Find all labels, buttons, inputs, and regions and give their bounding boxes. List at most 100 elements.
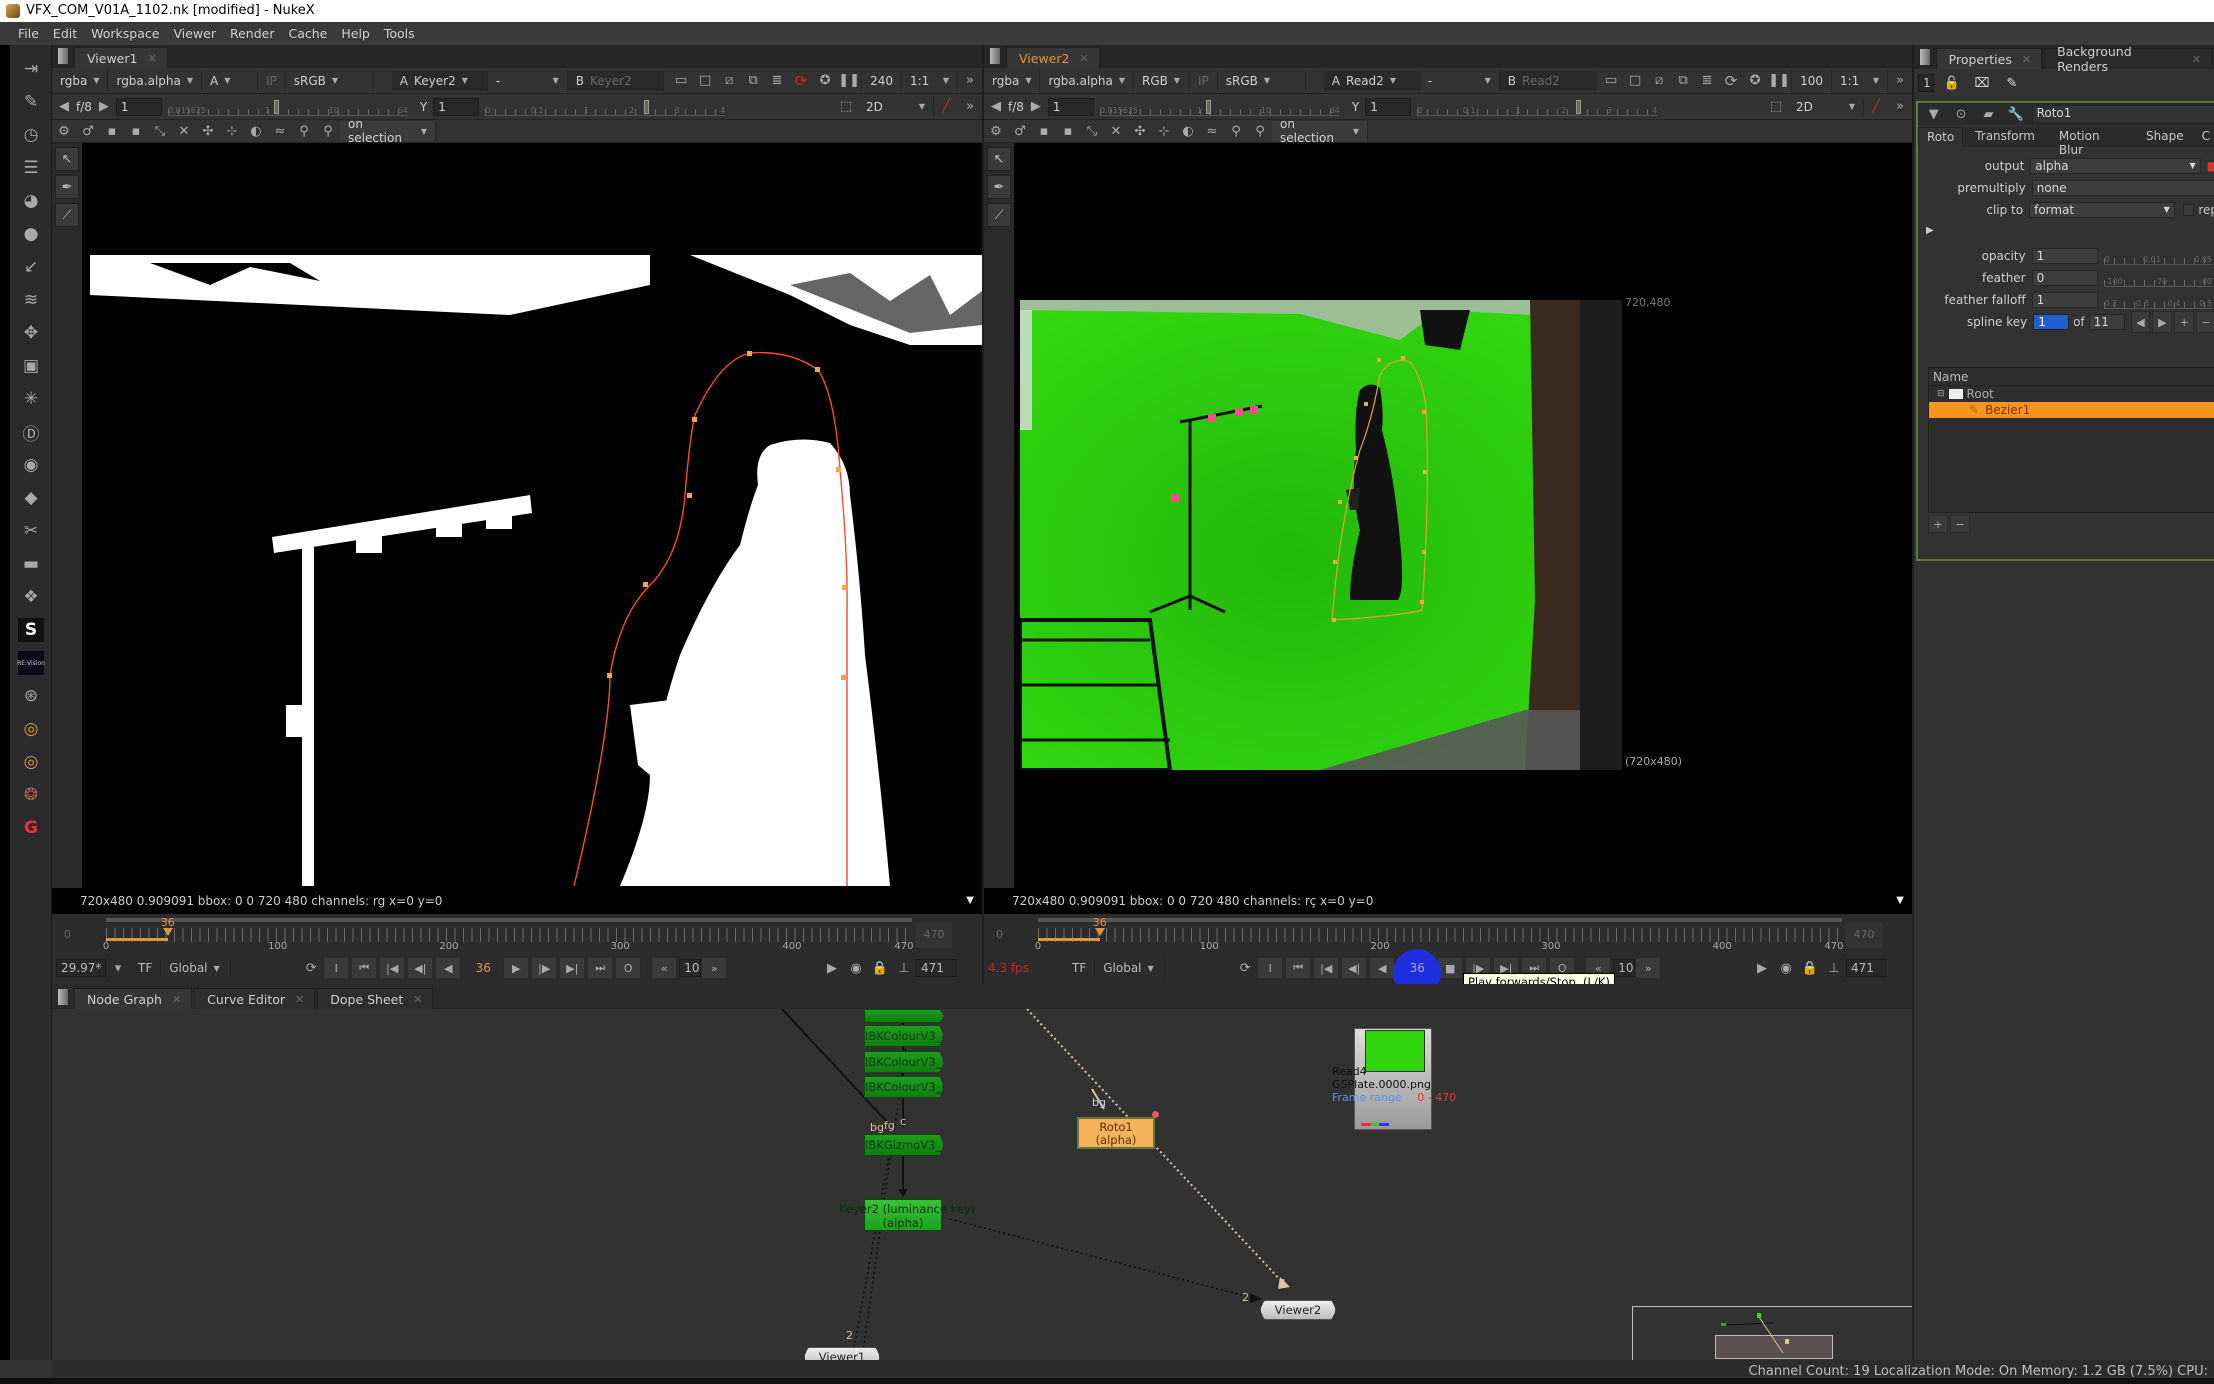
feather-input[interactable]: 0: [2031, 270, 2099, 286]
proxy-icon[interactable]: ✪: [815, 72, 835, 90]
play-backward-button[interactable]: ◀: [1369, 957, 1396, 979]
menu-render[interactable]: Render: [230, 26, 275, 41]
tree-row-root[interactable]: ⊟ Root: [1929, 386, 2214, 402]
furnace-icon[interactable]: ▬: [18, 552, 44, 576]
close-icon[interactable]: ✕: [2192, 53, 2201, 66]
menu-edit[interactable]: Edit: [53, 26, 77, 41]
chevron-down-icon[interactable]: ▾: [108, 959, 128, 977]
tf-dropdown[interactable]: TF: [1064, 958, 1096, 978]
bezier-tool-icon[interactable]: ✒: [987, 175, 1011, 199]
link-icon[interactable]: ♂: [1010, 122, 1030, 140]
collapse-icon[interactable]: ⊟: [1937, 386, 1945, 402]
add-key-icon[interactable]: +: [2174, 311, 2195, 333]
input-a-dropdown[interactable]: A Read2 ▼: [1323, 70, 1420, 91]
layer-dropdown[interactable]: rgba.alpha ▼: [1040, 70, 1135, 91]
last-frame-input[interactable]: 471: [916, 959, 956, 977]
prev-frame-button[interactable]: ◀|: [1341, 957, 1368, 979]
collapse-icon[interactable]: ▼: [1924, 105, 1943, 123]
close-icon[interactable]: ✕: [147, 52, 156, 65]
gamma-slider[interactable]: 0 0.1 1 2 3 4: [1417, 98, 1658, 116]
panel-handle[interactable]: [58, 989, 68, 1005]
zoom-ratio-dropdown[interactable]: 1:1 ▼: [1832, 70, 1888, 91]
remove-key-icon[interactable]: ⚲: [318, 122, 338, 140]
close-icon[interactable]: ✕: [1079, 52, 1088, 65]
gain-input[interactable]: 1: [1047, 97, 1094, 116]
info-menu-icon[interactable]: ▼: [966, 888, 974, 914]
3d-icon[interactable]: ▣: [18, 354, 44, 378]
overlay-icon[interactable]: ⧉: [743, 72, 763, 90]
next-key-icon[interactable]: ▶: [2152, 311, 2173, 333]
bezier-tool-icon[interactable]: ✒: [55, 175, 79, 199]
step-input[interactable]: 10: [1613, 959, 1636, 977]
premultiply-dropdown[interactable]: none: [2031, 180, 2214, 196]
guides-icon[interactable]: □: [1625, 72, 1645, 90]
tab-viewer2[interactable]: Viewer2 ✕: [1006, 47, 1100, 68]
remove-shape-button[interactable]: −: [1950, 515, 1970, 533]
tree-header-name[interactable]: Name: [1929, 368, 2214, 386]
info-menu-icon[interactable]: ▼: [1896, 888, 1904, 914]
color-icon[interactable]: ◕: [18, 189, 44, 213]
roi-icon[interactable]: ▭: [671, 72, 691, 90]
input-b-dropdown[interactable]: B Keyer2: [567, 70, 664, 91]
gain-slider[interactable]: 0.015625 1 10 64: [167, 98, 408, 116]
transform-icon[interactable]: ✣: [1130, 122, 1150, 140]
tab-curve-editor[interactable]: Curve Editor ✕: [194, 988, 316, 1009]
opacity-input[interactable]: 1: [2031, 248, 2099, 264]
metadata-icon[interactable]: ◆: [18, 486, 44, 510]
timeline-playhead[interactable]: 36: [1093, 916, 1107, 936]
plugin3-icon[interactable]: ❂: [18, 783, 44, 807]
motion-blur-icon[interactable]: ≈: [1202, 122, 1222, 140]
wipe-mode-dropdown[interactable]: - ▼: [1420, 70, 1500, 91]
display-dropdown[interactable]: RGB ▼: [1134, 70, 1191, 91]
link-icon[interactable]: ♂: [78, 122, 98, 140]
channels-dropdown[interactable]: rgba ▼: [984, 70, 1041, 91]
next-frame-button[interactable]: |▶: [531, 957, 558, 979]
viewer2-timeline[interactable]: 0 36 0 100 200 300 400 470 470: [984, 914, 1912, 952]
splinekey-input[interactable]: 1: [2033, 314, 2070, 330]
tab-motion-blur[interactable]: Motion Blur: [2046, 127, 2135, 157]
prev-key-button[interactable]: |◀: [379, 957, 406, 979]
close-icon[interactable]: ✕: [2022, 53, 2031, 66]
transform-box-icon[interactable]: ⊹: [222, 122, 242, 140]
proxy-icon[interactable]: ✪: [1745, 72, 1765, 90]
panel-handle[interactable]: [58, 48, 68, 64]
guides-icon[interactable]: □: [695, 72, 715, 90]
more-icon[interactable]: »: [1890, 72, 1910, 90]
first-frame-button[interactable]: ⏮: [1285, 957, 1312, 979]
menu-file[interactable]: File: [18, 26, 39, 41]
plugin2-icon[interactable]: ⊛: [18, 684, 44, 708]
selection-mode-dropdown[interactable]: on selection ▼: [1272, 117, 1368, 145]
in-point-button[interactable]: I: [1257, 957, 1284, 979]
tab-transform[interactable]: Transform: [1963, 127, 2047, 147]
layer-dropdown[interactable]: rgba.alpha ▼: [108, 70, 203, 91]
channel-icon[interactable]: ☰: [18, 156, 44, 180]
node-graph-minimap[interactable]: [1632, 1306, 1912, 1360]
more-icon[interactable]: »: [960, 72, 980, 90]
step-forward-button[interactable]: »: [701, 957, 728, 979]
colorspace-dropdown[interactable]: sRGB ▼: [1218, 70, 1306, 91]
timeline-out-point[interactable]: 470: [916, 922, 952, 948]
timeline-playhead[interactable]: 36: [161, 916, 175, 936]
roi-icon[interactable]: ▭: [1601, 72, 1621, 90]
step-back-button[interactable]: «: [651, 957, 678, 979]
delete-point-icon[interactable]: ✕: [174, 122, 194, 140]
add-key-icon[interactable]: ⚲: [1226, 122, 1246, 140]
close-icon[interactable]: ✕: [172, 993, 181, 1006]
settings-icon[interactable]: ⚙: [986, 122, 1006, 140]
prev-key-button[interactable]: |◀: [1313, 957, 1340, 979]
tf-dropdown[interactable]: TF: [130, 958, 162, 978]
node-viewer2[interactable]: Viewer2: [1260, 1300, 1336, 1320]
max-panels-input[interactable]: 1: [1918, 74, 1934, 92]
ip-toggle[interactable]: IP: [258, 70, 286, 91]
node-ibkgizmo[interactable]: IBKGizmoV3_1: [864, 1134, 944, 1156]
paint-icon[interactable]: ╱: [1866, 98, 1886, 116]
record-icon[interactable]: ◉: [846, 959, 866, 977]
gamma-input[interactable]: 1: [1365, 97, 1412, 116]
transform-icon[interactable]: ✣: [198, 122, 218, 140]
loop-icon[interactable]: ⟳: [1235, 959, 1255, 977]
colorspace-dropdown[interactable]: sRGB ▼: [286, 70, 374, 91]
deep-icon[interactable]: Ⓓ: [18, 420, 44, 445]
gizmo1-icon[interactable]: ◎: [18, 717, 44, 741]
close-icon[interactable]: ✕: [413, 993, 422, 1006]
settings-icon[interactable]: ⚙: [54, 122, 74, 140]
